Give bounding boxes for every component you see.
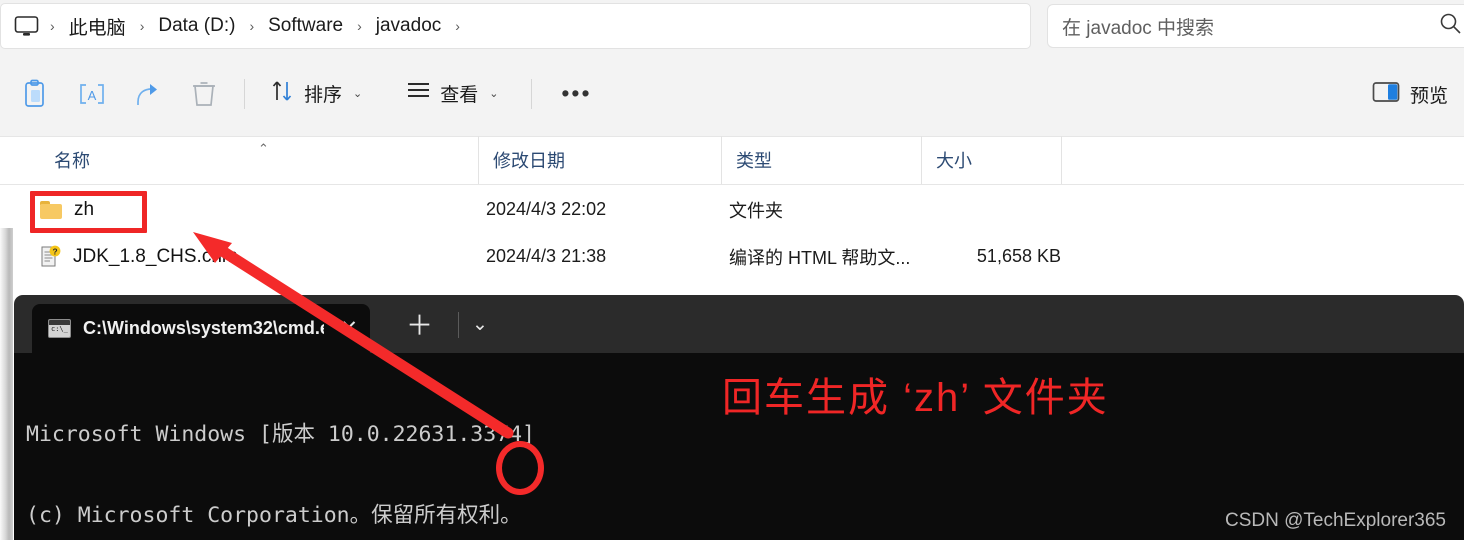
file-explorer-window: › 此电脑 › Data (D:) › Software › javadoc ›…	[0, 0, 1464, 295]
more-options-button[interactable]: •••	[550, 72, 602, 116]
preview-pane-icon	[1372, 81, 1400, 108]
file-name: JDK_1.8_CHS.chm	[73, 245, 238, 267]
column-header-size[interactable]: 大小	[921, 136, 1061, 184]
breadcrumb-item-3[interactable]: javadoc	[369, 12, 449, 40]
file-date: 2024/4/3 22:02	[486, 199, 607, 219]
delete-icon[interactable]	[178, 72, 230, 116]
column-header-spacer	[1061, 136, 1464, 184]
view-icon	[406, 80, 431, 107]
terminal-tab-title: C:\Windows\system32\cmd.e	[83, 318, 324, 338]
breadcrumb-item-2[interactable]: Software	[261, 12, 350, 40]
more-icon: •••	[561, 80, 592, 106]
terminal-line-0: Microsoft Windows [版本 10.0.22631.3374]	[26, 422, 535, 447]
breadcrumb-separator-4[interactable]: ›	[448, 18, 467, 34]
chevron-down-icon-2: ⌄	[489, 88, 499, 100]
table-row[interactable]: zh 2024/4/3 22:02 文件夹	[0, 186, 1464, 233]
view-label: 查看	[440, 85, 479, 106]
file-type: 编译的 HTML 帮助文...	[729, 247, 911, 268]
screen: › 此电脑 › Data (D:) › Software › javadoc ›…	[0, 0, 1464, 540]
file-date: 2024/4/3 21:38	[486, 246, 607, 266]
file-name: zh	[74, 198, 95, 220]
folder-icon	[40, 200, 62, 219]
file-name-cell[interactable]: zh	[0, 199, 478, 221]
paste-icon[interactable]	[10, 72, 62, 116]
sort-button[interactable]: 排序 ⌄	[259, 72, 373, 116]
close-icon[interactable]: ✕	[336, 316, 362, 341]
search-input[interactable]: 在 javadoc 中搜索	[1047, 4, 1464, 48]
breadcrumb-separator-1: ›	[139, 18, 145, 34]
sort-ascending-icon: ⌃	[258, 141, 269, 156]
svg-text:?: ?	[52, 246, 57, 256]
search-icon[interactable]	[1439, 12, 1462, 40]
cmd-icon	[48, 319, 71, 338]
monitor-icon	[9, 15, 43, 38]
address-bar-row: › 此电脑 › Data (D:) › Software › javadoc ›…	[0, 0, 1464, 51]
terminal-tab-divider	[458, 312, 459, 338]
column-header-type-label: 类型	[736, 151, 772, 171]
sort-label: 排序	[304, 85, 343, 106]
terminal-tab[interactable]: C:\Windows\system32\cmd.e ✕	[32, 304, 370, 353]
column-header-date[interactable]: 修改日期	[478, 136, 721, 184]
search-placeholder: 在 javadoc 中搜索	[1062, 17, 1215, 39]
column-header-type[interactable]: 类型	[721, 136, 921, 184]
breadcrumb-separator-3: ›	[357, 18, 362, 34]
column-header-name[interactable]: ⌃ 名称	[0, 136, 478, 184]
annotation-note: 回车生成 ‘zh’ 文件夹	[722, 376, 1109, 420]
watermark: CSDN @TechExplorer365	[1225, 510, 1446, 531]
toolbar-divider-1	[244, 78, 245, 109]
view-button[interactable]: 查看 ⌄	[395, 72, 509, 116]
toolbar: A 排序 ⌄ 查看 ⌄ ••• 预览	[0, 51, 1464, 137]
share-icon[interactable]	[122, 72, 174, 116]
column-header-date-label: 修改日期	[493, 151, 565, 171]
column-header-row: ⌃ 名称 修改日期 类型 大小	[0, 136, 1464, 185]
file-list: zh 2024/4/3 22:02 文件夹 ? JDK_1.8_CHS.chm …	[0, 186, 1464, 280]
breadcrumb-separator-0: ›	[50, 18, 55, 34]
terminal-tab-bar: C:\Windows\system32\cmd.e ✕ ＋ ⌄	[14, 295, 1464, 353]
column-header-name-label: 名称	[54, 151, 90, 171]
breadcrumb-item-1[interactable]: Data (D:)	[151, 12, 242, 40]
chevron-down-icon-terminal[interactable]: ⌄	[472, 315, 488, 334]
breadcrumb-item-0[interactable]: 此电脑	[62, 10, 133, 43]
preview-button[interactable]: 预览	[1362, 72, 1458, 116]
new-tab-icon[interactable]: ＋	[406, 313, 433, 340]
column-header-size-label: 大小	[936, 151, 972, 171]
toolbar-divider-2	[531, 78, 533, 109]
file-size: 51,658 KB	[976, 246, 1061, 266]
chm-file-icon: ?	[40, 245, 61, 268]
window-edge-strip	[0, 228, 13, 540]
chevron-down-icon: ⌄	[353, 88, 363, 100]
table-row[interactable]: ? JDK_1.8_CHS.chm 2024/4/3 21:38 编译的 HTM…	[0, 233, 1464, 280]
svg-text:A: A	[88, 88, 97, 103]
breadcrumb-separator-2: ›	[249, 18, 255, 34]
preview-label: 预览	[1409, 85, 1448, 107]
breadcrumb[interactable]: › 此电脑 › Data (D:) › Software › javadoc ›	[0, 3, 1031, 49]
sort-icon	[270, 78, 295, 109]
file-name-cell[interactable]: ? JDK_1.8_CHS.chm	[0, 245, 478, 268]
rename-icon[interactable]: A	[66, 72, 118, 116]
file-type: 文件夹	[729, 200, 783, 221]
